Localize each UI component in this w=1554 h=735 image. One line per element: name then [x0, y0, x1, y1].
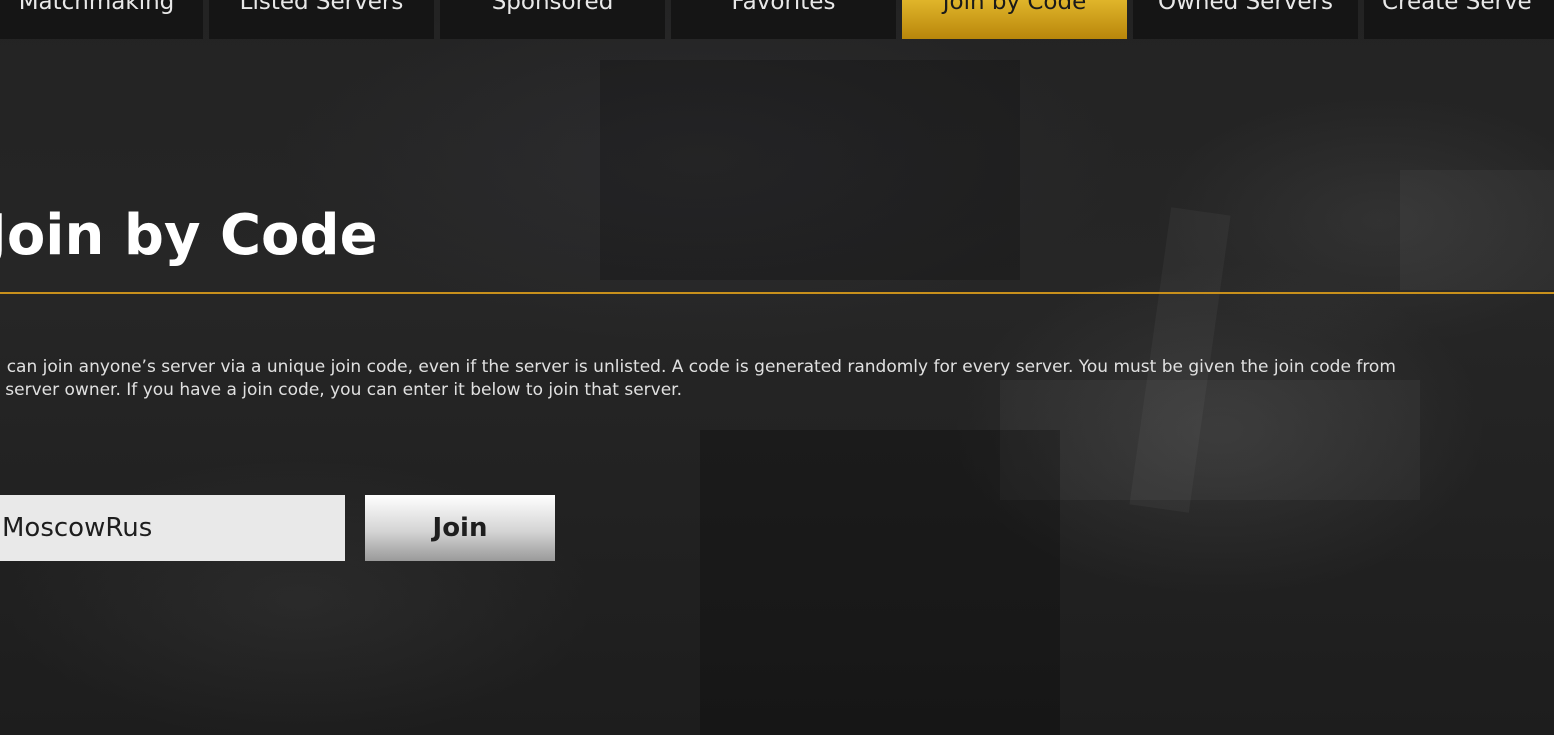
tab-label: Create Serve [1382, 0, 1532, 15]
background-shape [1400, 170, 1554, 290]
page-description: You can join anyone’s server via a uniqu… [0, 357, 1396, 400]
tab-label: Join by Code [942, 0, 1087, 15]
tab-label: Matchmaking [18, 0, 175, 15]
tab-label: Favorites [731, 0, 836, 15]
top-tab-bar: Matchmaking Listed Servers Sponsored Fav… [0, 0, 1554, 39]
tab-listed-servers[interactable]: Listed Servers [209, 0, 434, 39]
background-shape [600, 60, 1020, 280]
tab-favorites[interactable]: Favorites [671, 0, 896, 39]
tab-label: Sponsored [491, 0, 614, 15]
title-divider [0, 292, 1554, 294]
tab-matchmaking[interactable]: Matchmaking [0, 0, 203, 39]
tab-label: Listed Servers [239, 0, 404, 15]
join-button[interactable]: Join [365, 495, 555, 561]
page-title: Join by Code [0, 203, 378, 268]
tab-label: Owned Servers [1158, 0, 1333, 15]
tab-owned-servers[interactable]: Owned Servers [1133, 0, 1358, 39]
background-shape [700, 430, 1060, 735]
tab-create-server[interactable]: Create Serve [1364, 0, 1554, 39]
join-code-input[interactable] [0, 495, 345, 561]
tab-sponsored[interactable]: Sponsored [440, 0, 665, 39]
tab-join-by-code[interactable]: Join by Code [902, 0, 1127, 39]
